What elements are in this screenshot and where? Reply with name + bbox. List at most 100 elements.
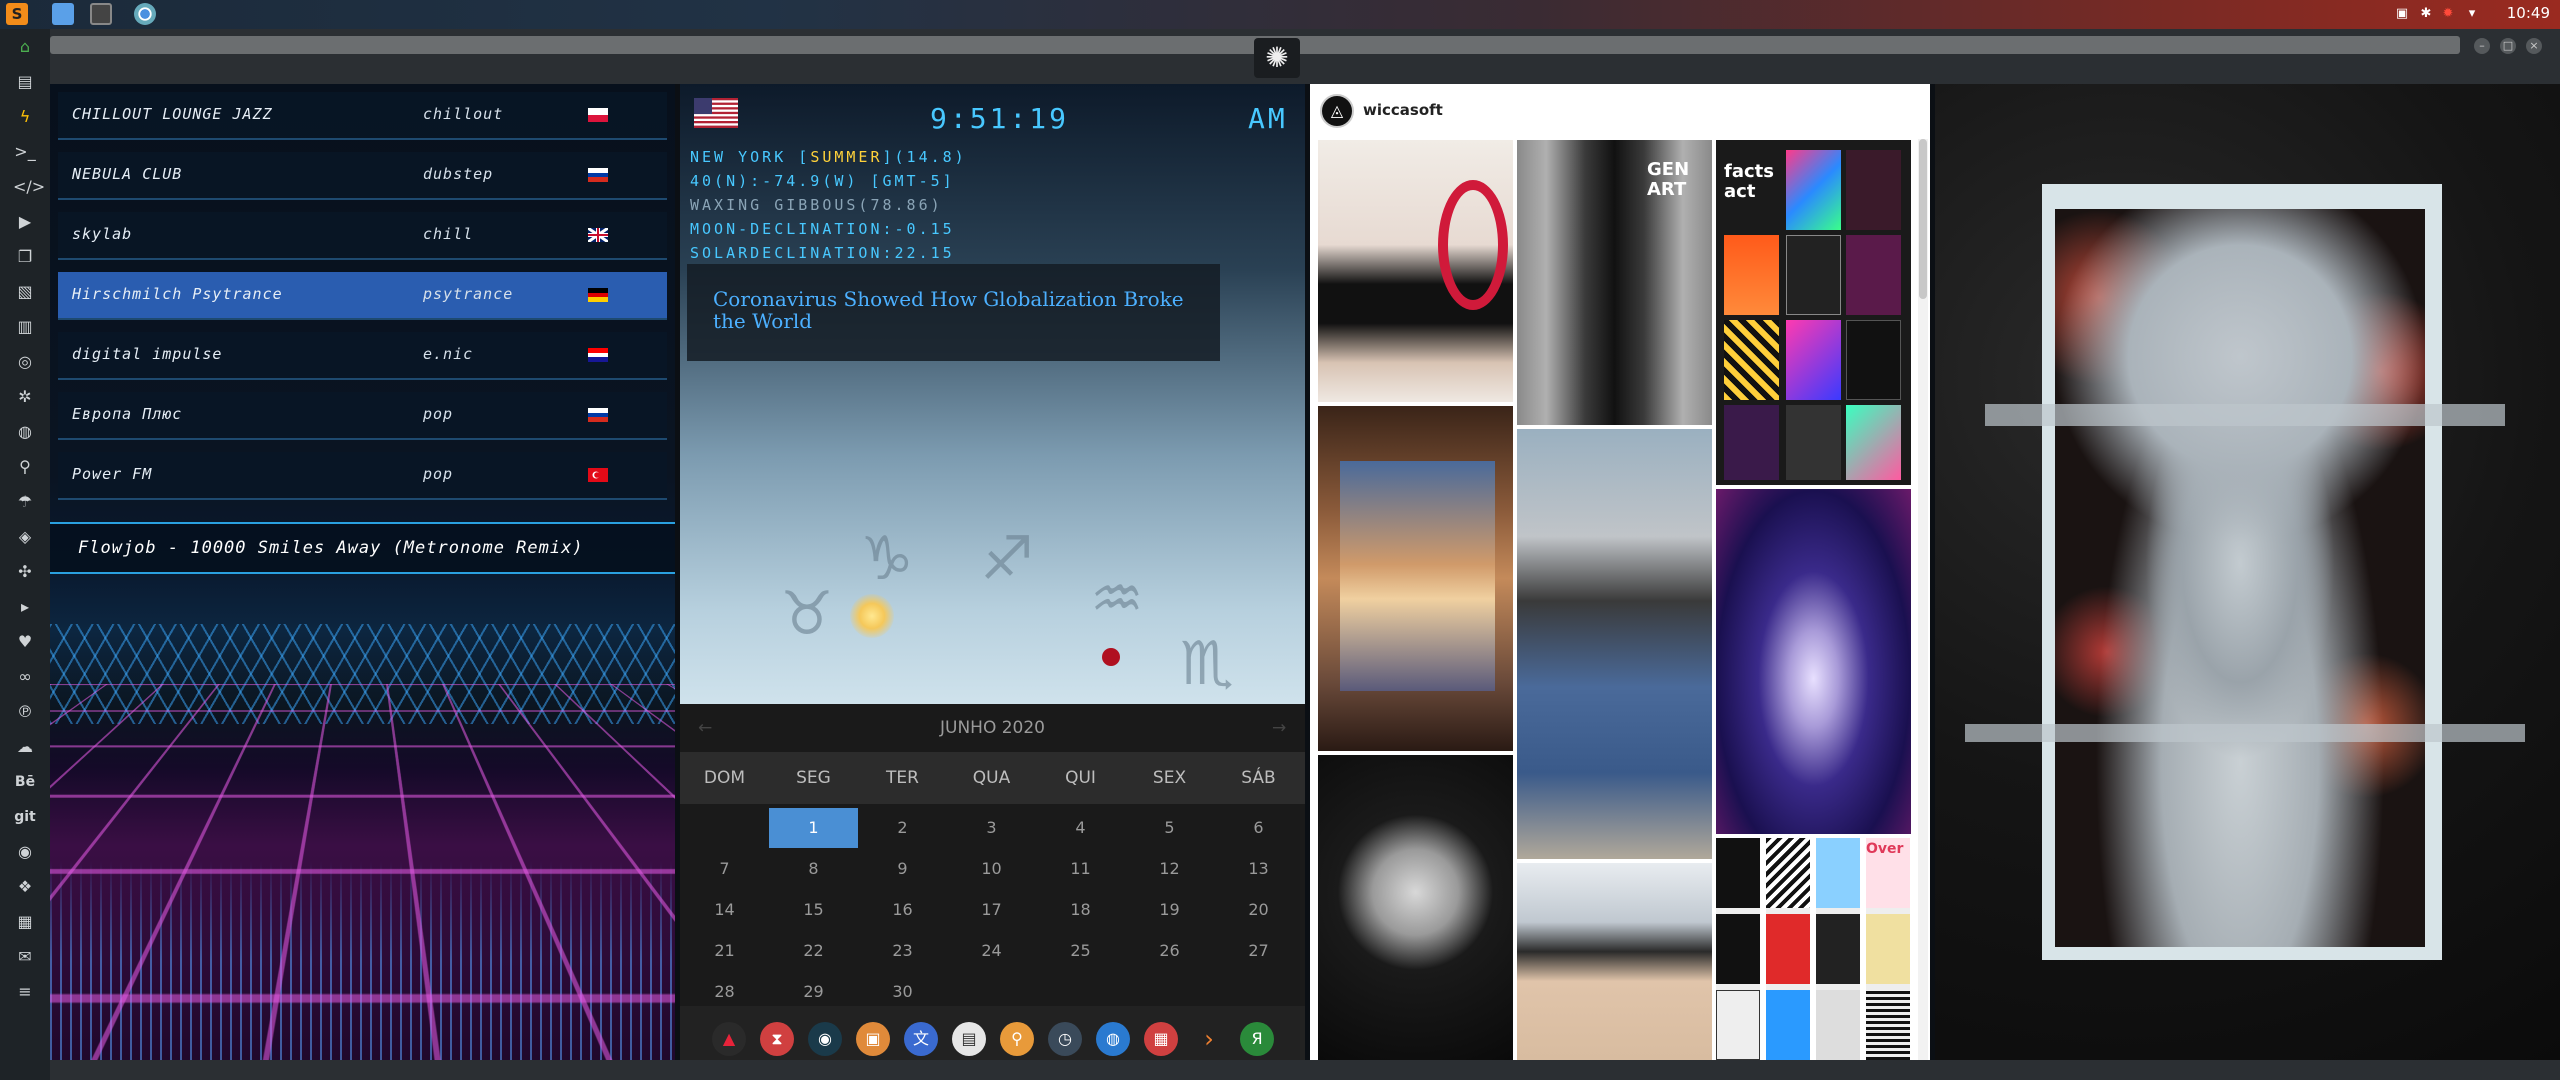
- sublime-text-icon[interactable]: S: [6, 3, 28, 25]
- mail-icon[interactable]: ✉: [13, 945, 37, 969]
- hourglass-icon[interactable]: ⧗: [760, 1022, 794, 1056]
- pin-image-poster-collage[interactable]: facts act: [1716, 140, 1911, 485]
- calendar-day[interactable]: 13: [1214, 849, 1303, 889]
- now-playing-bar[interactable]: Flowjob - 10000 Smiles Away (Metronome R…: [50, 522, 675, 574]
- station-row[interactable]: skylab chill: [58, 212, 667, 260]
- pin-image-typography-collage[interactable]: Over: [1716, 838, 1911, 1060]
- pin-image-woman-lace[interactable]: [1517, 863, 1712, 1060]
- behance-icon[interactable]: Bē: [13, 770, 37, 794]
- pin-image-woman-black-dress[interactable]: GEN ART: [1517, 140, 1712, 425]
- calendar-day[interactable]: 9: [858, 849, 947, 889]
- station-row[interactable]: digital impulse e.nic: [58, 332, 667, 380]
- map-icon[interactable]: ▦: [13, 910, 37, 934]
- station-row[interactable]: Power FM pop: [58, 452, 667, 500]
- calendar-day[interactable]: 12: [1125, 849, 1214, 889]
- wifi-icon[interactable]: ▾: [2464, 6, 2480, 22]
- calendar-day[interactable]: 16: [858, 890, 947, 930]
- calendar-next-icon[interactable]: →: [1272, 718, 1286, 738]
- news-icon[interactable]: ▥: [13, 315, 37, 339]
- calendar-day[interactable]: 22: [769, 931, 858, 971]
- cloud-icon[interactable]: ☁: [13, 735, 37, 759]
- bluetooth-icon[interactable]: ✱: [2418, 6, 2434, 22]
- terminal-icon[interactable]: ›: [1192, 1022, 1226, 1056]
- pin-image-medusa-bust[interactable]: [1318, 755, 1513, 1060]
- news-card[interactable]: Coronavirus Showed How Globalization Bro…: [687, 264, 1220, 361]
- copy-icon[interactable]: ❐: [13, 245, 37, 269]
- github-icon[interactable]: ◉: [13, 840, 37, 864]
- yandex-icon[interactable]: Я: [1240, 1022, 1274, 1056]
- pin-image-clouds-hands[interactable]: [1318, 406, 1513, 751]
- minimize-icon[interactable]: –: [2474, 38, 2490, 54]
- globe-icon[interactable]: ◍: [13, 420, 37, 444]
- calendar-day[interactable]: 25: [1036, 931, 1125, 971]
- search-icon[interactable]: ⚲: [13, 455, 37, 479]
- scrollbar-thumb[interactable]: [1919, 139, 1927, 299]
- calendar-day[interactable]: 2: [858, 808, 947, 848]
- file-manager-icon[interactable]: [52, 3, 74, 25]
- calendar-icon[interactable]: ▦: [1144, 1022, 1178, 1056]
- calendar-day[interactable]: 18: [1036, 890, 1125, 930]
- pin-image-woman-pink[interactable]: [1318, 140, 1513, 402]
- search-icon[interactable]: ⚲: [1000, 1022, 1034, 1056]
- calendar-day[interactable]: 7: [680, 849, 769, 889]
- calendar-day[interactable]: 27: [1214, 931, 1303, 971]
- calendar-day[interactable]: 5: [1125, 808, 1214, 848]
- calendar-day[interactable]: 15: [769, 890, 858, 930]
- calendar-day[interactable]: 20: [1214, 890, 1303, 930]
- calendar-day[interactable]: 14: [680, 890, 769, 930]
- earth-icon[interactable]: ◉: [808, 1022, 842, 1056]
- station-row[interactable]: NEBULA CLUB dubstep: [58, 152, 667, 200]
- heart-icon[interactable]: ♥: [13, 630, 37, 654]
- maximize-icon[interactable]: □: [2500, 38, 2516, 54]
- git-icon[interactable]: git: [13, 805, 37, 829]
- play-icon[interactable]: ▶: [13, 210, 37, 234]
- calendar-day[interactable]: 6: [1214, 808, 1303, 848]
- calendar-day[interactable]: 26: [1125, 931, 1214, 971]
- user-avatar[interactable]: ◬: [1320, 94, 1354, 128]
- calendar-day[interactable]: 4: [1036, 808, 1125, 848]
- calendar-day[interactable]: 11: [1036, 849, 1125, 889]
- pinterest-scrollbar[interactable]: [1918, 139, 1928, 1060]
- infinity-icon[interactable]: ∞: [13, 665, 37, 689]
- umbrella-icon[interactable]: ☂: [13, 490, 37, 514]
- calendar-day-selected[interactable]: 1: [769, 808, 858, 848]
- tools-icon[interactable]: ✣: [13, 560, 37, 584]
- system-clock[interactable]: 10:49: [2507, 4, 2550, 22]
- clock-icon[interactable]: ◷: [1048, 1022, 1082, 1056]
- pin-image-medusa-purple[interactable]: [1716, 489, 1911, 834]
- station-row-active[interactable]: Hirschmilch Psytrance psytrance: [58, 272, 667, 320]
- home-icon[interactable]: ⌂: [13, 35, 37, 59]
- calendar-day[interactable]: 8: [769, 849, 858, 889]
- calendar-day[interactable]: 23: [858, 931, 947, 971]
- image-gallery-icon[interactable]: ▧: [13, 280, 37, 304]
- terminal-prompt-icon[interactable]: >_: [13, 140, 37, 164]
- close-icon[interactable]: ×: [2526, 38, 2542, 54]
- calendar-day[interactable]: 19: [1125, 890, 1214, 930]
- calendar-day[interactable]: 10: [947, 849, 1036, 889]
- username[interactable]: wiccasoft: [1363, 101, 1443, 119]
- image-icon[interactable]: ▣: [2394, 6, 2410, 22]
- tag-icon[interactable]: ◈: [13, 525, 37, 549]
- chromium-icon[interactable]: [134, 3, 156, 25]
- calendar-day[interactable]: 24: [947, 931, 1036, 971]
- image-viewer-icon[interactable]: ▣: [856, 1022, 890, 1056]
- station-row[interactable]: Европа Плюс pop: [58, 392, 667, 440]
- station-row[interactable]: CHILLOUT LOUNGE JAZZ chillout: [58, 92, 667, 140]
- youtube-icon[interactable]: ▸: [13, 595, 37, 619]
- dropbox-icon[interactable]: ❖: [13, 875, 37, 899]
- pin-image-woman-street[interactable]: [1517, 429, 1712, 859]
- code-icon[interactable]: </>: [13, 175, 45, 199]
- news-icon[interactable]: ▤: [952, 1022, 986, 1056]
- aperture-icon[interactable]: ◎: [13, 350, 37, 374]
- globe-icon[interactable]: ◍: [1096, 1022, 1130, 1056]
- pinterest-icon[interactable]: ℗: [13, 700, 37, 724]
- lightning-icon[interactable]: ϟ: [13, 105, 37, 129]
- adobe-icon[interactable]: ▲: [712, 1022, 746, 1056]
- document-icon[interactable]: ▤: [13, 70, 37, 94]
- calendar-day[interactable]: 17: [947, 890, 1036, 930]
- menu-icon[interactable]: ≡: [13, 980, 37, 1004]
- settings-gear-icon[interactable]: ✹: [2440, 6, 2456, 22]
- translate-icon[interactable]: 文: [904, 1022, 938, 1056]
- rebel-alliance-icon[interactable]: ✺: [1254, 38, 1300, 78]
- terminal-window-icon[interactable]: [90, 3, 112, 25]
